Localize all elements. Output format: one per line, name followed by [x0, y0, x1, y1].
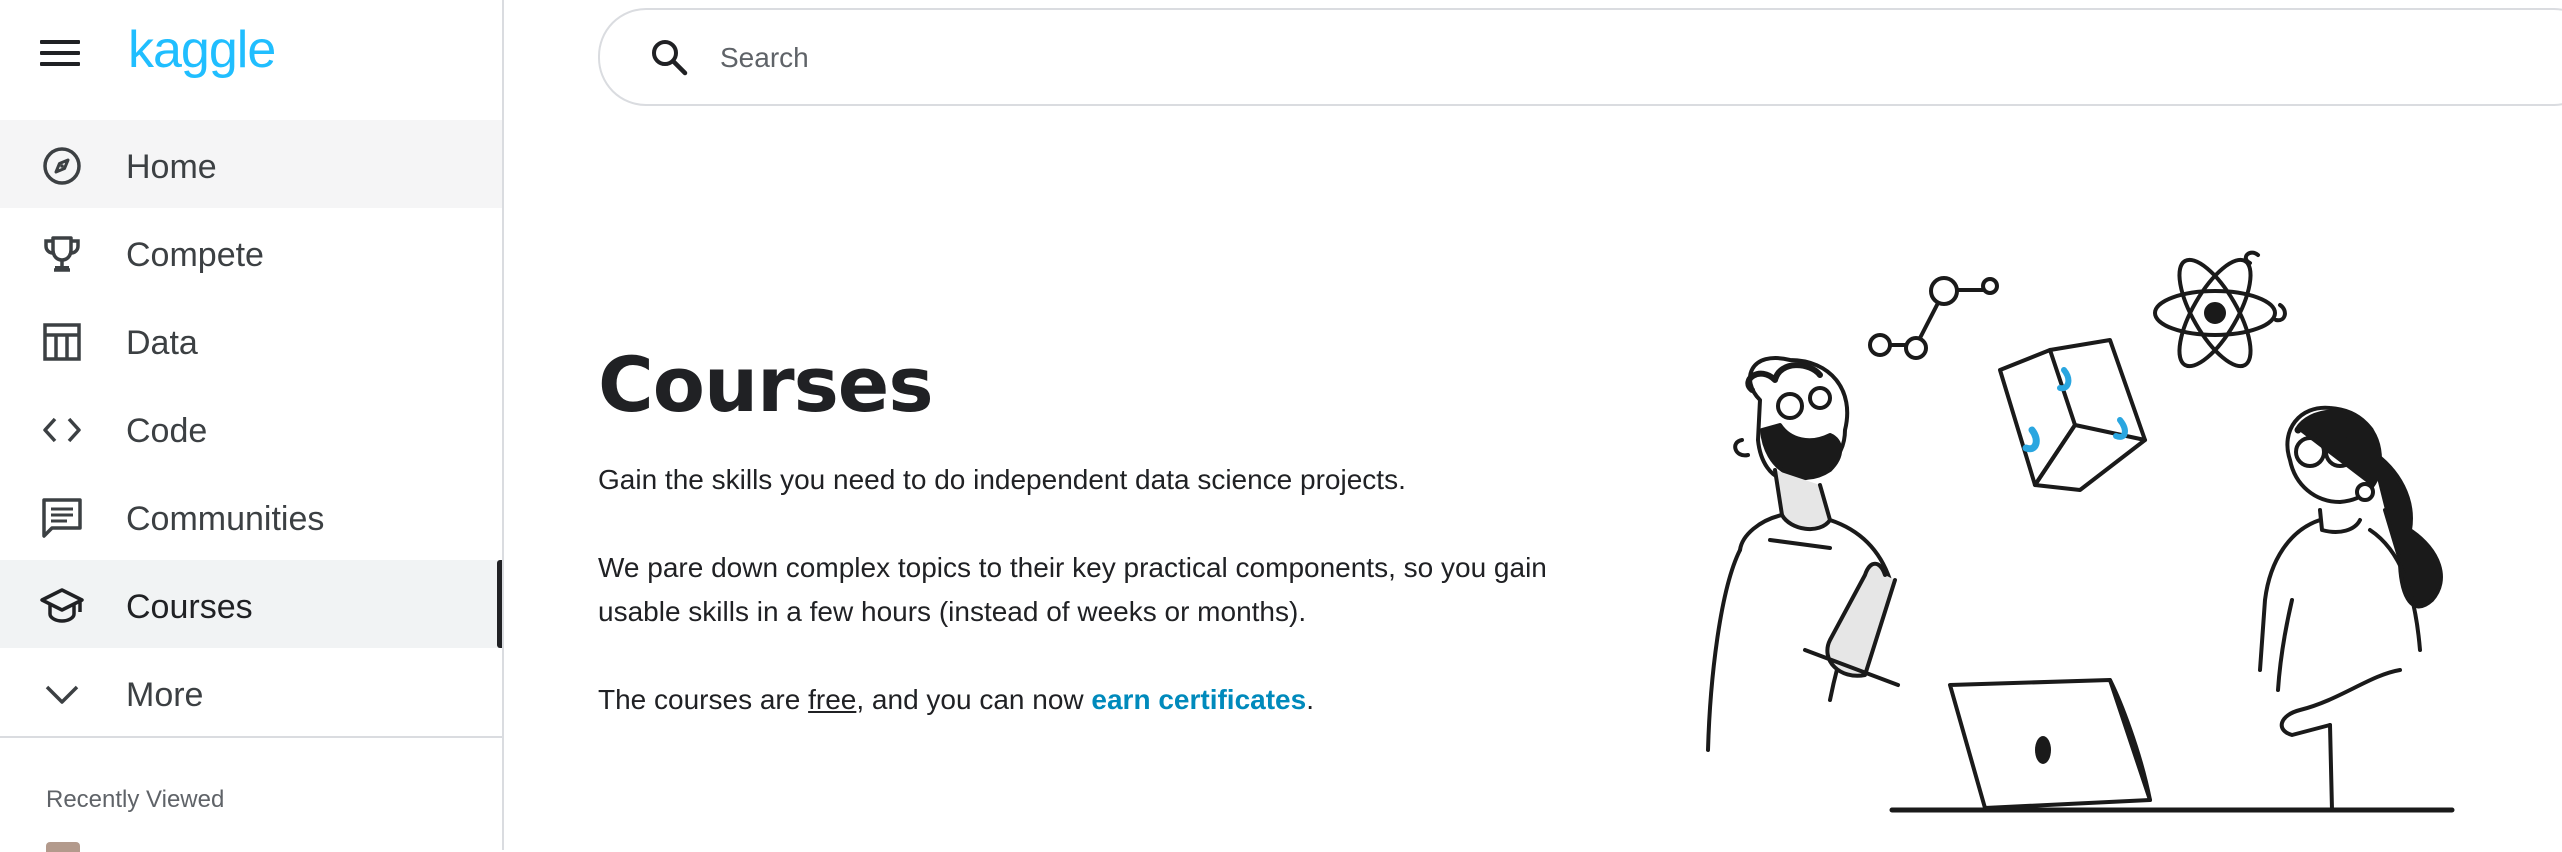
free-link[interactable]: free: [808, 684, 856, 715]
certificates-text-prefix: The courses are: [598, 684, 809, 715]
sidebar-item-label: Data: [126, 324, 198, 362]
search-icon: [648, 36, 690, 78]
recent-item-thumbnail[interactable]: [46, 842, 80, 852]
intro-paragraph: Gain the skills you need to do independe…: [598, 464, 1406, 495]
sidebar-item-communities[interactable]: Communities: [0, 472, 502, 560]
earn-certificates-link[interactable]: earn certificates: [1091, 684, 1306, 715]
sidebar-divider: [0, 736, 502, 738]
courses-illustration: [1680, 230, 2530, 830]
school-icon: [40, 584, 84, 628]
sidebar-item-more[interactable]: More: [0, 648, 502, 736]
sidebar-nav: Home Compete Data Code Communities Cours…: [0, 120, 502, 736]
sidebar: kaggle Home Compete Data Code Communitie…: [0, 0, 504, 852]
certificates-text-mid: , and you can now: [856, 684, 1092, 715]
certificates-text-suffix: .: [1306, 684, 1314, 715]
certificates-paragraph: The courses are free, and you can now ea…: [598, 678, 1558, 722]
sidebar-header: kaggle: [0, 0, 502, 116]
recently-viewed-heading: Recently Viewed: [46, 786, 225, 813]
kaggle-logo[interactable]: kaggle: [128, 20, 276, 80]
trophy-icon: [40, 232, 84, 276]
sidebar-item-compete[interactable]: Compete: [0, 208, 502, 296]
sidebar-item-label: Home: [126, 148, 217, 186]
molecule-doodle: [1868, 276, 1999, 360]
man-figure: [1706, 356, 1900, 752]
sidebar-item-label: Compete: [126, 236, 264, 274]
woman-figure: [2258, 405, 2443, 812]
sidebar-item-code[interactable]: Code: [0, 384, 502, 472]
atom-doodle: [2153, 250, 2287, 369]
menu-icon[interactable]: [40, 40, 80, 72]
description-paragraph: We pare down complex topics to their key…: [598, 552, 1547, 627]
sidebar-item-home[interactable]: Home: [0, 120, 502, 208]
sidebar-item-label: More: [126, 676, 204, 714]
sidebar-item-data[interactable]: Data: [0, 296, 502, 384]
search-bar[interactable]: [598, 8, 2562, 106]
compass-icon: [40, 144, 84, 188]
sidebar-item-courses[interactable]: Courses: [0, 560, 502, 648]
sidebar-item-label: Communities: [126, 500, 325, 538]
search-input[interactable]: [718, 34, 1922, 82]
code-icon: [40, 408, 84, 452]
book-doodle: [1998, 338, 2147, 492]
table-icon: [40, 320, 84, 364]
laptop-doodle: [1948, 678, 2152, 810]
page-title: Courses: [598, 340, 934, 429]
sidebar-item-label: Courses: [126, 588, 253, 626]
chevron-down-icon: [40, 672, 84, 716]
sidebar-item-label: Code: [126, 412, 208, 450]
comment-icon: [40, 496, 84, 540]
